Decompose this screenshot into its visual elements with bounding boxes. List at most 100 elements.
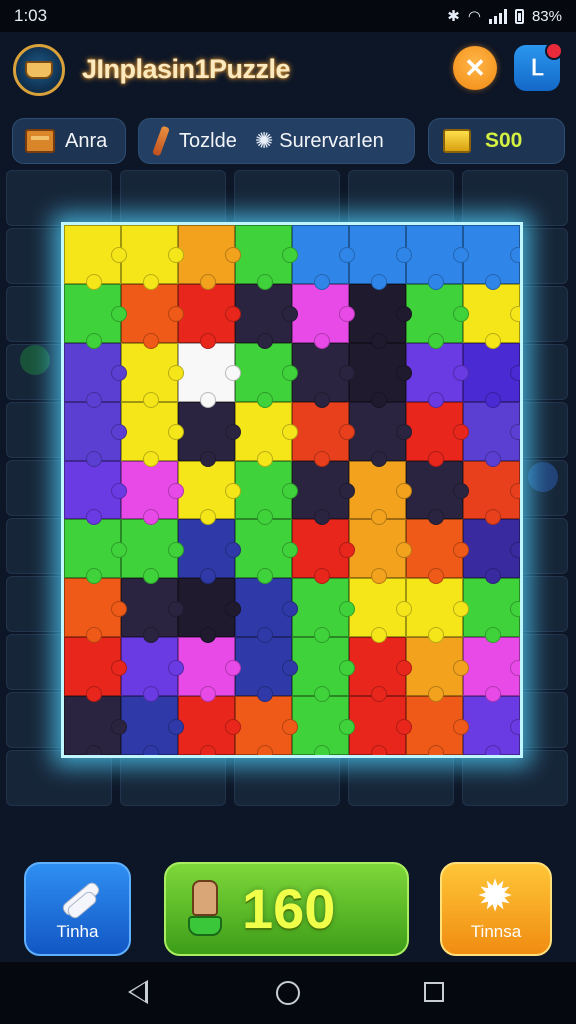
notification-icon: ᒪ [530, 55, 544, 80]
puzzle-piece[interactable] [235, 342, 298, 408]
puzzle-piece[interactable] [349, 342, 412, 408]
system-nav-bar [0, 962, 576, 1024]
back-icon[interactable] [128, 980, 148, 1004]
puzzle-piece[interactable] [349, 225, 412, 290]
puzzle-piece[interactable] [64, 519, 127, 585]
home-icon[interactable] [276, 981, 300, 1005]
puzzle-piece[interactable] [463, 460, 520, 526]
puzzle-piece[interactable] [178, 519, 241, 585]
puzzle-piece[interactable] [292, 401, 355, 467]
puzzle-piece[interactable] [121, 519, 184, 585]
signal-icon [488, 8, 507, 24]
puzzle-piece[interactable] [463, 578, 520, 644]
puzzle-piece[interactable] [406, 519, 469, 585]
puzzle-piece[interactable] [406, 401, 469, 467]
puzzle-piece[interactable] [406, 460, 469, 526]
game-header: JInplasin1Puzzle ✕ ᒪ [0, 32, 576, 110]
background-tile [6, 750, 112, 806]
puzzle-piece[interactable] [349, 637, 412, 702]
puzzle-piece[interactable] [121, 637, 184, 702]
score-panel[interactable]: 160 [164, 862, 409, 956]
puzzle-piece[interactable] [235, 519, 298, 585]
puzzle-piece[interactable] [121, 401, 184, 467]
puzzle-piece[interactable] [235, 460, 298, 526]
puzzle-piece[interactable] [64, 342, 127, 408]
score-value: 160 [242, 877, 336, 940]
puzzle-piece[interactable] [178, 225, 241, 290]
puzzle-piece[interactable] [64, 696, 127, 755]
puzzle-piece[interactable] [178, 283, 241, 349]
hint-button[interactable]: Tinha [24, 862, 131, 956]
puzzle-piece[interactable] [292, 342, 355, 408]
puzzle-piece[interactable] [64, 460, 127, 526]
notification-button[interactable]: ᒪ [514, 42, 563, 91]
status-time: 1:03 [14, 6, 48, 25]
puzzle-piece[interactable] [349, 460, 412, 526]
puzzle-piece[interactable] [235, 696, 298, 755]
puzzle-piece[interactable] [121, 342, 184, 408]
puzzle-piece[interactable] [178, 460, 241, 526]
puzzle-piece[interactable] [349, 283, 412, 349]
puzzle-piece[interactable] [349, 578, 412, 644]
puzzle-piece[interactable] [64, 225, 127, 290]
puzzle-piece[interactable] [463, 401, 520, 467]
puzzle-piece[interactable] [406, 283, 469, 349]
puzzle-piece[interactable] [463, 696, 520, 755]
puzzle-piece[interactable] [178, 401, 241, 467]
puzzle-piece[interactable] [235, 401, 298, 467]
chip-tools[interactable]: Tozlde ✺ SurervarIen [138, 118, 415, 164]
alarm-icon: ✱ [447, 8, 460, 25]
bottom-bar: Tinha 160 ✹ Tinnsa [0, 850, 576, 960]
puzzle-piece[interactable] [463, 283, 520, 349]
chip-gold[interactable]: S00 [428, 118, 565, 164]
puzzle-piece[interactable] [406, 637, 469, 702]
recent-apps-icon[interactable] [424, 982, 444, 1002]
puzzle-piece[interactable] [121, 696, 184, 755]
puzzle-piece[interactable] [292, 225, 355, 290]
puzzle-piece[interactable] [292, 578, 355, 644]
puzzle-piece[interactable] [463, 637, 520, 702]
chip-label: Anra [65, 129, 108, 152]
puzzle-piece[interactable] [235, 637, 298, 702]
puzzle-piece[interactable] [292, 460, 355, 526]
background-tile [348, 750, 454, 806]
puzzle-piece[interactable] [463, 519, 520, 585]
game-logo-icon[interactable] [13, 44, 65, 96]
puzzle-grid[interactable] [64, 225, 520, 755]
puzzle-piece[interactable] [235, 283, 298, 349]
puzzle-piece[interactable] [406, 578, 469, 644]
puzzle-piece[interactable] [406, 225, 469, 290]
puzzle-piece[interactable] [178, 696, 241, 755]
puzzle-piece[interactable] [349, 696, 412, 755]
puzzle-piece[interactable] [64, 283, 127, 349]
puzzle-piece[interactable] [178, 578, 241, 644]
puzzle-piece[interactable] [406, 342, 469, 408]
puzzle-piece[interactable] [406, 696, 469, 755]
puzzle-board[interactable] [61, 222, 523, 758]
box-icon [25, 129, 55, 153]
settings-button[interactable]: ✹ Tinnsa [440, 862, 552, 956]
puzzle-piece[interactable] [292, 696, 355, 755]
puzzle-piece[interactable] [292, 283, 355, 349]
puzzle-piece[interactable] [178, 637, 241, 702]
puzzle-piece[interactable] [64, 578, 127, 644]
puzzle-piece[interactable] [292, 637, 355, 702]
puzzle-piece[interactable] [292, 519, 355, 585]
close-button[interactable]: ✕ [453, 46, 497, 90]
puzzle-piece[interactable] [121, 460, 184, 526]
chip-anra[interactable]: Anra [12, 118, 126, 164]
background-tile [120, 170, 226, 226]
puzzle-piece[interactable] [64, 401, 127, 467]
puzzle-piece[interactable] [235, 578, 298, 644]
puzzle-piece[interactable] [178, 342, 241, 408]
puzzle-piece[interactable] [349, 401, 412, 467]
puzzle-piece[interactable] [235, 225, 298, 290]
puzzle-piece[interactable] [463, 225, 520, 290]
puzzle-piece[interactable] [64, 637, 127, 702]
puzzle-piece[interactable] [121, 578, 184, 644]
close-icon: ✕ [464, 53, 486, 83]
puzzle-piece[interactable] [121, 225, 184, 290]
puzzle-piece[interactable] [349, 519, 412, 585]
puzzle-piece[interactable] [463, 342, 520, 408]
puzzle-piece[interactable] [121, 283, 184, 349]
